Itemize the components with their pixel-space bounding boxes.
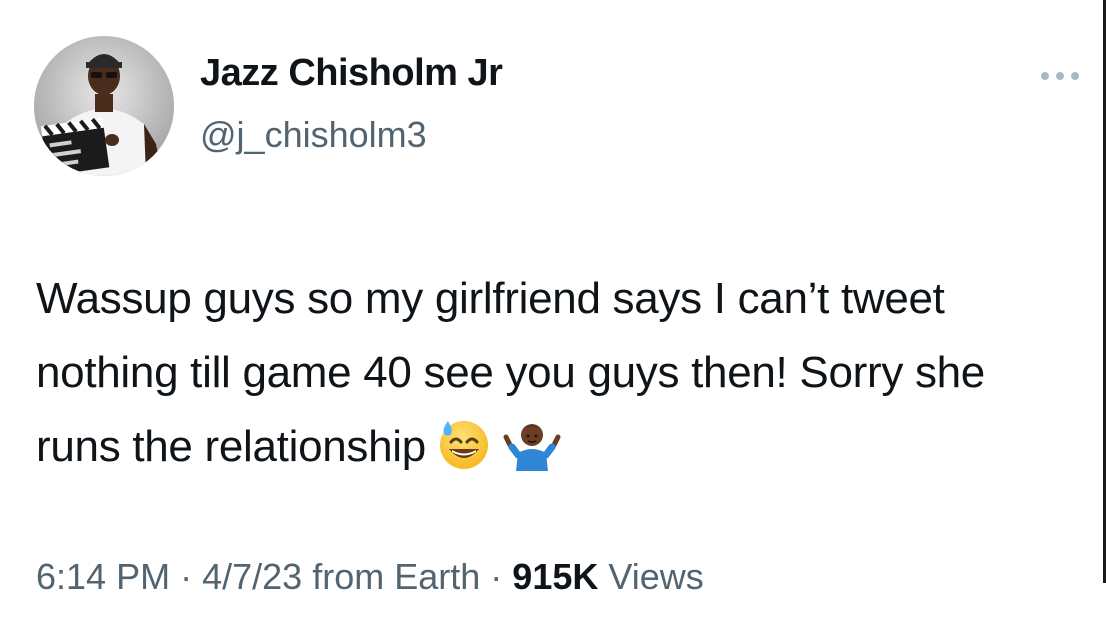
author-handle[interactable]: @j_chisholm3 [200,114,427,156]
person-shrugging-emoji [502,415,562,472]
more-options-icon[interactable] [1036,62,1084,90]
tweet-time[interactable]: 6:14 PM [36,556,170,597]
avatar-photo [34,36,174,176]
avatar[interactable] [34,36,174,176]
tweet-source: from Earth [312,556,481,597]
tweet-text: Wassup guys so my girlfriend says I can’… [36,262,1076,484]
tweet-card: Jazz Chisholm Jr @j_chisholm3 Wassup guy… [0,0,1106,625]
tweet-date[interactable]: 4/7/23 [202,556,302,597]
meta-separator: · [490,556,503,597]
grinning-face-with-sweat-emoji [436,415,492,471]
author-display-name[interactable]: Jazz Chisholm Jr [200,52,503,95]
tweet-metadata: 6:14 PM · 4/7/23 from Earth · 915K Views [36,556,704,598]
views-count[interactable]: 915K [512,556,598,597]
meta-separator: · [180,556,193,597]
views-label[interactable]: Views [608,556,703,597]
